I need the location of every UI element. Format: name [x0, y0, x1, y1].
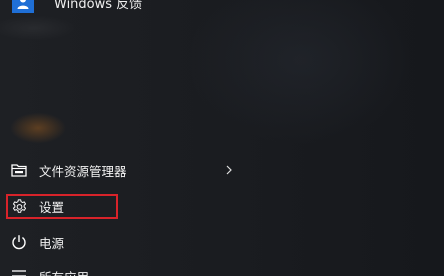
app-label: Windows 反馈	[54, 0, 143, 12]
menu-item-label: 设置	[39, 199, 65, 215]
gear-icon	[10, 197, 28, 215]
menu-item-label: 电源	[39, 235, 65, 251]
start-menu: Windows 反馈 文件资源管理器 设置 电源	[0, 0, 444, 276]
menu-item-label: 所有应用	[39, 267, 89, 276]
app-tile	[12, 0, 34, 13]
app-windows-feedback[interactable]: Windows 反馈	[12, 0, 142, 14]
folder-icon	[10, 161, 28, 179]
menu-item-all-apps[interactable]: 所有应用	[10, 264, 220, 276]
menu-item-power[interactable]: 电源	[10, 230, 220, 254]
power-icon	[10, 233, 28, 251]
menu-item-file-explorer[interactable]: 文件资源管理器	[10, 158, 232, 182]
list-icon	[10, 267, 28, 276]
person-icon	[17, 0, 29, 9]
chevron-right-icon[interactable]	[224, 163, 234, 177]
menu-item-label: 文件资源管理器	[39, 163, 127, 179]
menu-item-settings[interactable]: 设置	[10, 194, 220, 218]
